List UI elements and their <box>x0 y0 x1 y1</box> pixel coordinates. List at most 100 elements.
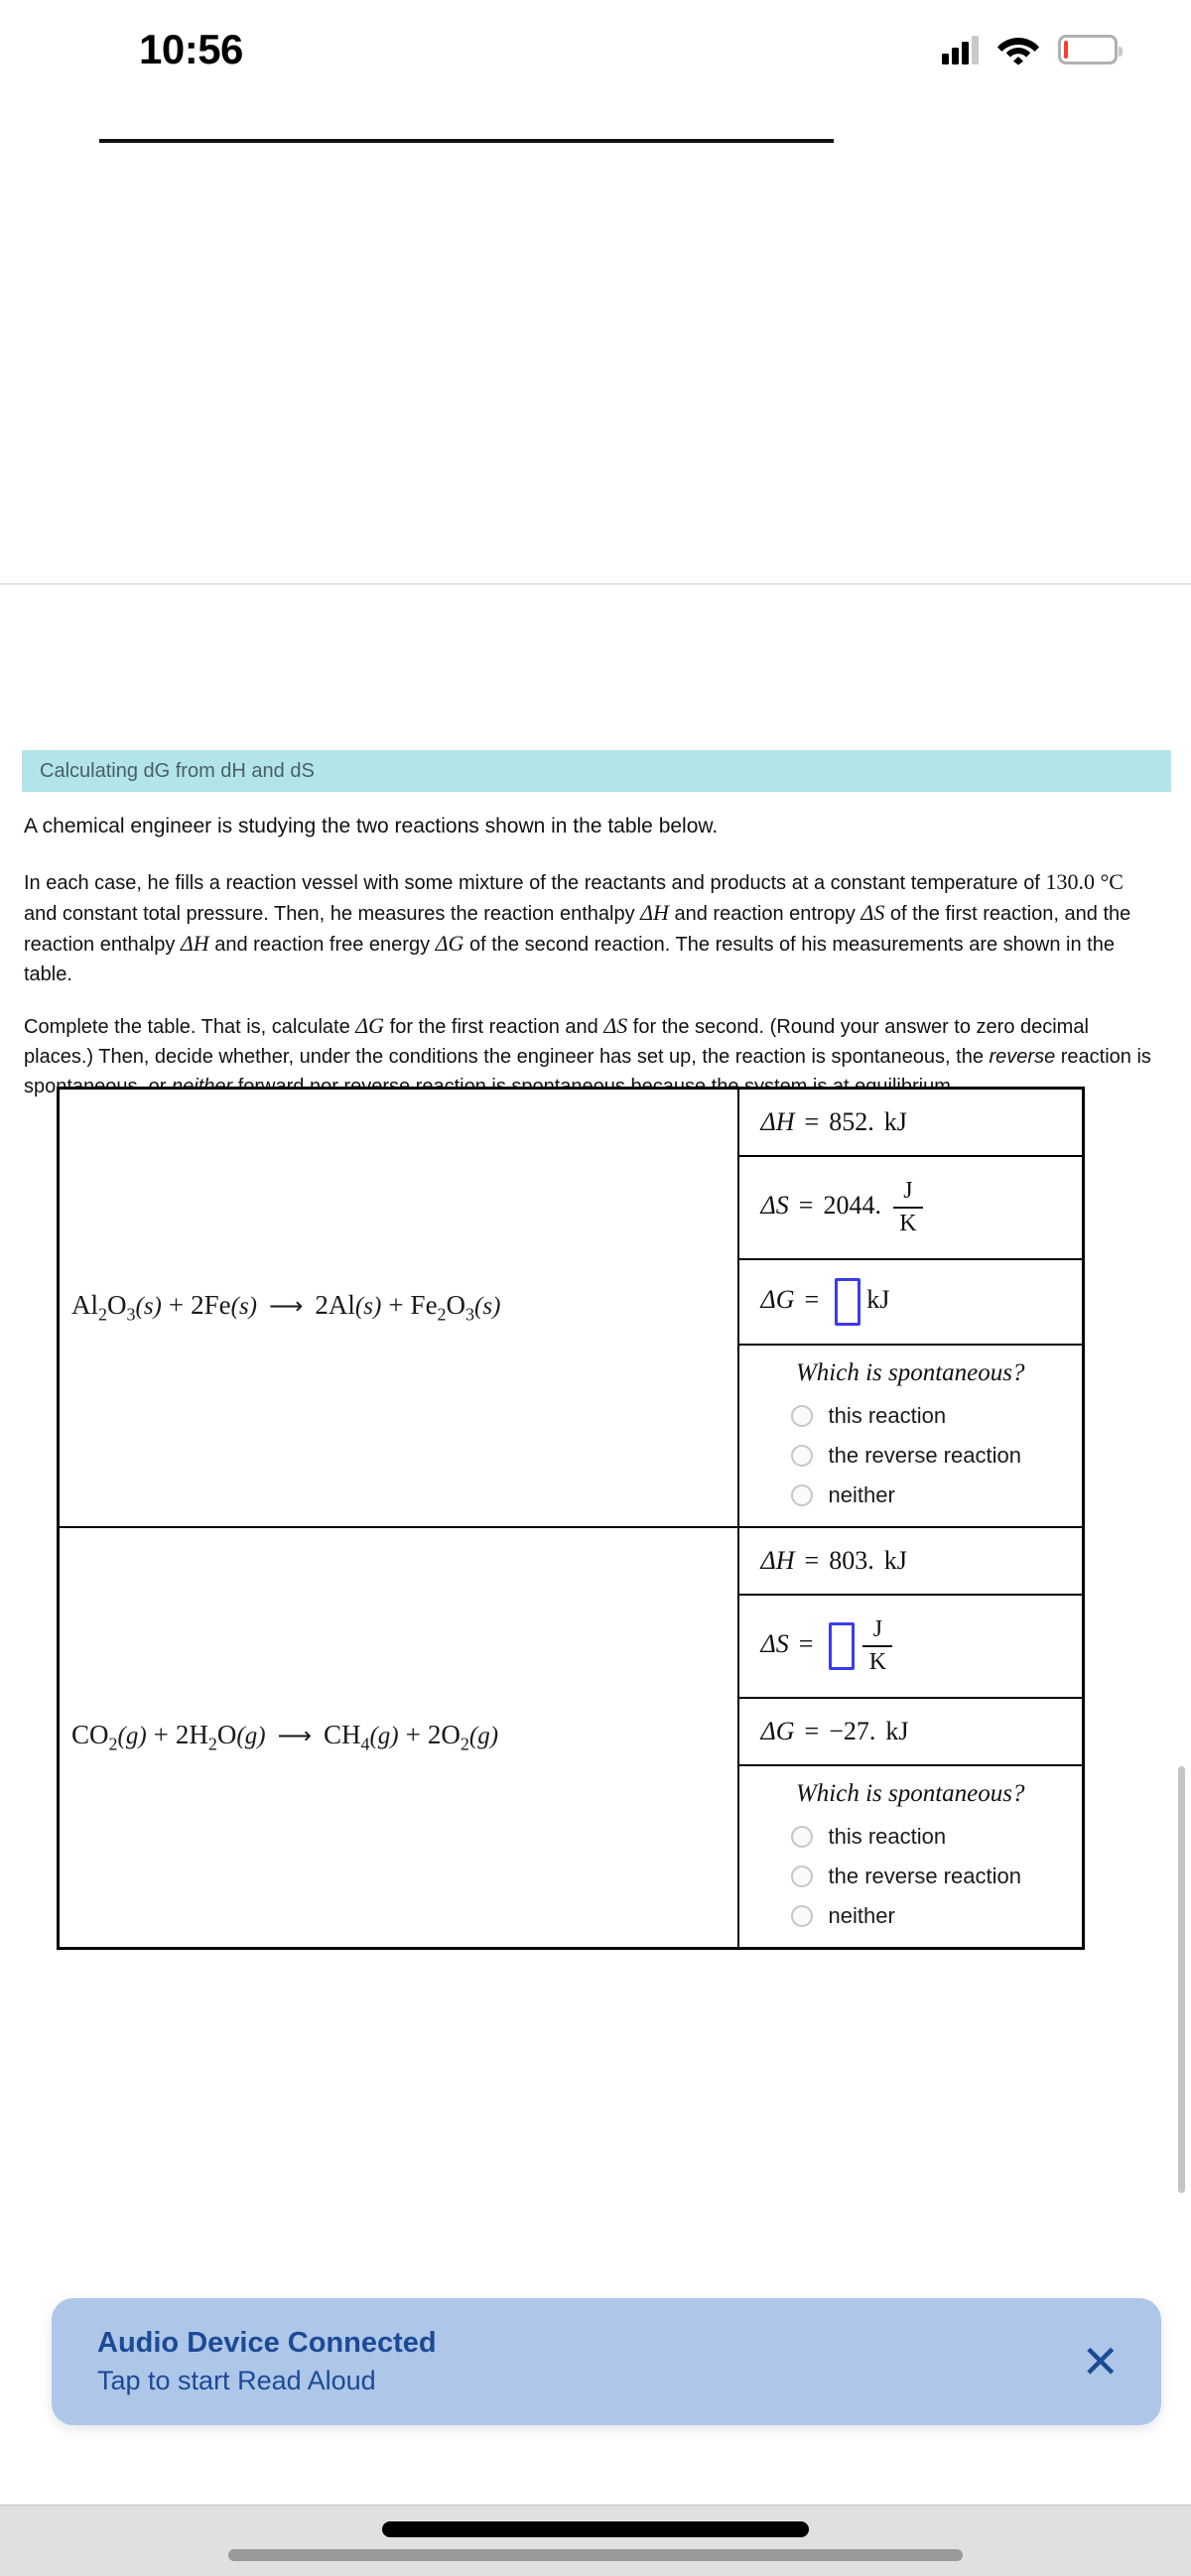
table-row: Al2O3(s) +2Fe(s) ⟶ 2Al(s) + Fe2O3(s) ΔH = 852. k… <box>57 1087 1085 1528</box>
row1-dh-symbol: ΔH <box>760 1107 795 1136</box>
row1-radio-this-reaction[interactable]: this reaction <box>790 1403 1083 1429</box>
reaction-equation-1: Al2O3(s) +2Fe(s) ⟶ 2Al(s) + Fe2O3(s) <box>57 1087 739 1528</box>
row1-dg-equals: = <box>804 1284 820 1314</box>
row1-radio-label-2: neither <box>828 1482 895 1507</box>
reaction-table: Al2O3(s) +2Fe(s) ⟶ 2Al(s) + Fe2O3(s) ΔH = 852. k… <box>57 1087 1085 1950</box>
temperature-value: 130.0 °C <box>1045 869 1124 894</box>
row2-dh-symbol: ΔH <box>760 1546 795 1575</box>
row1-ds-unit-fraction: JK <box>892 1177 923 1236</box>
reaction-equation-2: CO2(g) +2H2O(g) ⟶ CH4(g) +2O2(g) <box>57 1526 739 1950</box>
row1-radio-label-0: this reaction <box>828 1403 947 1428</box>
delta-g-symbol-3: ΔG <box>355 1013 385 1038</box>
row2-dg-symbol: ΔG <box>760 1717 795 1745</box>
close-icon[interactable]: ✕ <box>1081 2339 1120 2384</box>
p2-a: In each case, he fills a reaction vessel… <box>24 872 1046 894</box>
status-bar: 10:56 <box>0 0 1191 99</box>
row1-spontaneity-cell: Which is spontaneous? this reaction the … <box>736 1344 1085 1528</box>
row2-radio-neither[interactable]: neither <box>790 1903 1083 1929</box>
row2-spontaneity-prompt: Which is spontaneous? <box>795 1780 1025 1807</box>
banner-title: Audio Device Connected <box>97 2327 437 2359</box>
row2-ds-unit-fraction: JK <box>862 1615 893 1675</box>
p2-e: and reaction free energy <box>208 934 436 956</box>
row2-delta-h-cell: ΔH = 803. kJ <box>736 1526 1085 1596</box>
row1-spontaneity-prompt: Which is spontaneous? <box>795 1359 1025 1386</box>
bottom-scroll-indicator[interactable] <box>228 2549 963 2561</box>
banner-subtitle: Tap to start Read Aloud <box>97 2366 376 2395</box>
reverse-emphasis: reverse <box>989 1046 1056 1068</box>
radio-icon[interactable] <box>790 1866 813 1887</box>
row2-delta-s-cell: ΔS = J K <box>736 1594 1085 1699</box>
row2-dh-equals: = <box>804 1546 820 1575</box>
row2-spontaneity-cell: Which is spontaneous? this reaction the … <box>736 1764 1085 1950</box>
row2-ds-unit-denominator: K <box>868 1649 887 1675</box>
row1-radio-reverse-reaction[interactable]: the reverse reaction <box>790 1443 1083 1469</box>
home-indicator[interactable] <box>382 2521 809 2537</box>
radio-icon[interactable] <box>790 1484 813 1506</box>
problem-paragraph-2: In each case, he fills a reaction vessel… <box>24 867 1155 989</box>
row2-delta-s-input[interactable] <box>829 1622 856 1670</box>
row1-dg-unit: kJ <box>866 1284 890 1314</box>
row1-delta-g-input[interactable] <box>835 1278 861 1326</box>
row1-delta-s-cell: ΔS = 2044. J K <box>736 1155 1085 1260</box>
delta-g-symbol: ΔG <box>435 931 464 956</box>
row1-radio-label-1: the reverse reaction <box>828 1443 1021 1468</box>
row2-dh-unit: kJ <box>883 1546 907 1575</box>
row1-dh-value: 852. <box>829 1107 874 1136</box>
row2-dg-value: −27. <box>829 1717 876 1745</box>
problem-paragraph-1: A chemical engineer is studying the two … <box>24 815 719 837</box>
row1-delta-g-cell: ΔG = kJ <box>736 1258 1085 1346</box>
row2-radio-label-1: the reverse reaction <box>828 1864 1021 1888</box>
delta-h-symbol-2: ΔH <box>180 931 209 956</box>
p2-c: and reaction entropy <box>668 903 861 925</box>
row1-ds-symbol: ΔS <box>760 1190 789 1220</box>
bottom-bar <box>0 2505 1191 2576</box>
cellular-signal-icon <box>942 35 979 64</box>
row1-dh-equals: = <box>804 1107 820 1136</box>
row1-dh-unit: kJ <box>883 1107 907 1136</box>
header-rule <box>99 139 834 143</box>
row2-dh-value: 803. <box>829 1546 874 1575</box>
banner-text-group: Audio Device Connected Tap to start Read… <box>97 2327 437 2396</box>
row2-delta-g-cell: ΔG = −27. kJ <box>736 1697 1085 1766</box>
row2-ds-symbol: ΔS <box>760 1628 789 1658</box>
row1-dg-symbol: ΔG <box>760 1284 795 1314</box>
row2-ds-unit-numerator: J <box>872 1615 883 1642</box>
status-indicators <box>942 34 1123 65</box>
row1-ds-unit-denominator: K <box>899 1211 917 1236</box>
row1-delta-h-cell: ΔH = 852. kJ <box>736 1087 1085 1157</box>
radio-icon[interactable] <box>790 1445 813 1467</box>
p2-b: and constant total pressure. Then, he me… <box>24 903 641 925</box>
radio-icon[interactable] <box>790 1905 813 1927</box>
content-divider <box>0 583 1191 584</box>
row1-ds-value: 2044. <box>823 1190 881 1220</box>
row2-radio-this-reaction[interactable]: this reaction <box>790 1824 1083 1850</box>
battery-low-icon <box>1058 35 1123 64</box>
table-row: CO2(g) +2H2O(g) ⟶ CH4(g) +2O2(g) ΔH = 803. kJ <box>57 1526 1085 1950</box>
section-header: Calculating dG from dH and dS <box>22 750 1171 792</box>
audio-device-banner[interactable]: Audio Device Connected Tap to start Read… <box>52 2298 1161 2425</box>
row1-radio-neither[interactable]: neither <box>790 1482 1083 1508</box>
row2-dg-unit: kJ <box>885 1717 909 1745</box>
delta-h-symbol: ΔH <box>640 900 669 925</box>
row2-radio-label-0: this reaction <box>828 1824 947 1849</box>
phone-screen: 10:56 Calculating dG from dH and dS A ch… <box>0 0 1191 2576</box>
status-time: 10:56 <box>139 26 243 72</box>
row2-ds-equals: = <box>798 1628 814 1658</box>
row2-radio-reverse-reaction[interactable]: the reverse reaction <box>790 1864 1083 1889</box>
radio-icon[interactable] <box>790 1826 813 1848</box>
equation-1-formula: Al2O3(s) +2Fe(s) ⟶ 2Al(s) + Fe2O3(s) <box>71 1290 501 1325</box>
p3-b: for the first reaction and <box>384 1016 604 1038</box>
row2-dg-equals: = <box>804 1717 820 1745</box>
row1-ds-unit-numerator: J <box>903 1177 913 1204</box>
section-header-title: Calculating dG from dH and dS <box>40 759 315 782</box>
problem-statement: A chemical engineer is studying the two … <box>24 812 1155 1123</box>
radio-icon[interactable] <box>790 1405 813 1427</box>
delta-s-symbol: ΔS <box>860 900 885 925</box>
row2-radio-label-2: neither <box>828 1903 895 1928</box>
wifi-icon <box>997 38 1039 65</box>
page-scrollbar[interactable] <box>1178 1766 1185 2193</box>
p3-a: Complete the table. That is, calculate <box>24 1016 356 1038</box>
row1-ds-equals: = <box>798 1190 814 1220</box>
delta-s-symbol-3: ΔS <box>603 1013 628 1038</box>
equation-2-formula: CO2(g) +2H2O(g) ⟶ CH4(g) +2O2(g) <box>71 1720 499 1754</box>
